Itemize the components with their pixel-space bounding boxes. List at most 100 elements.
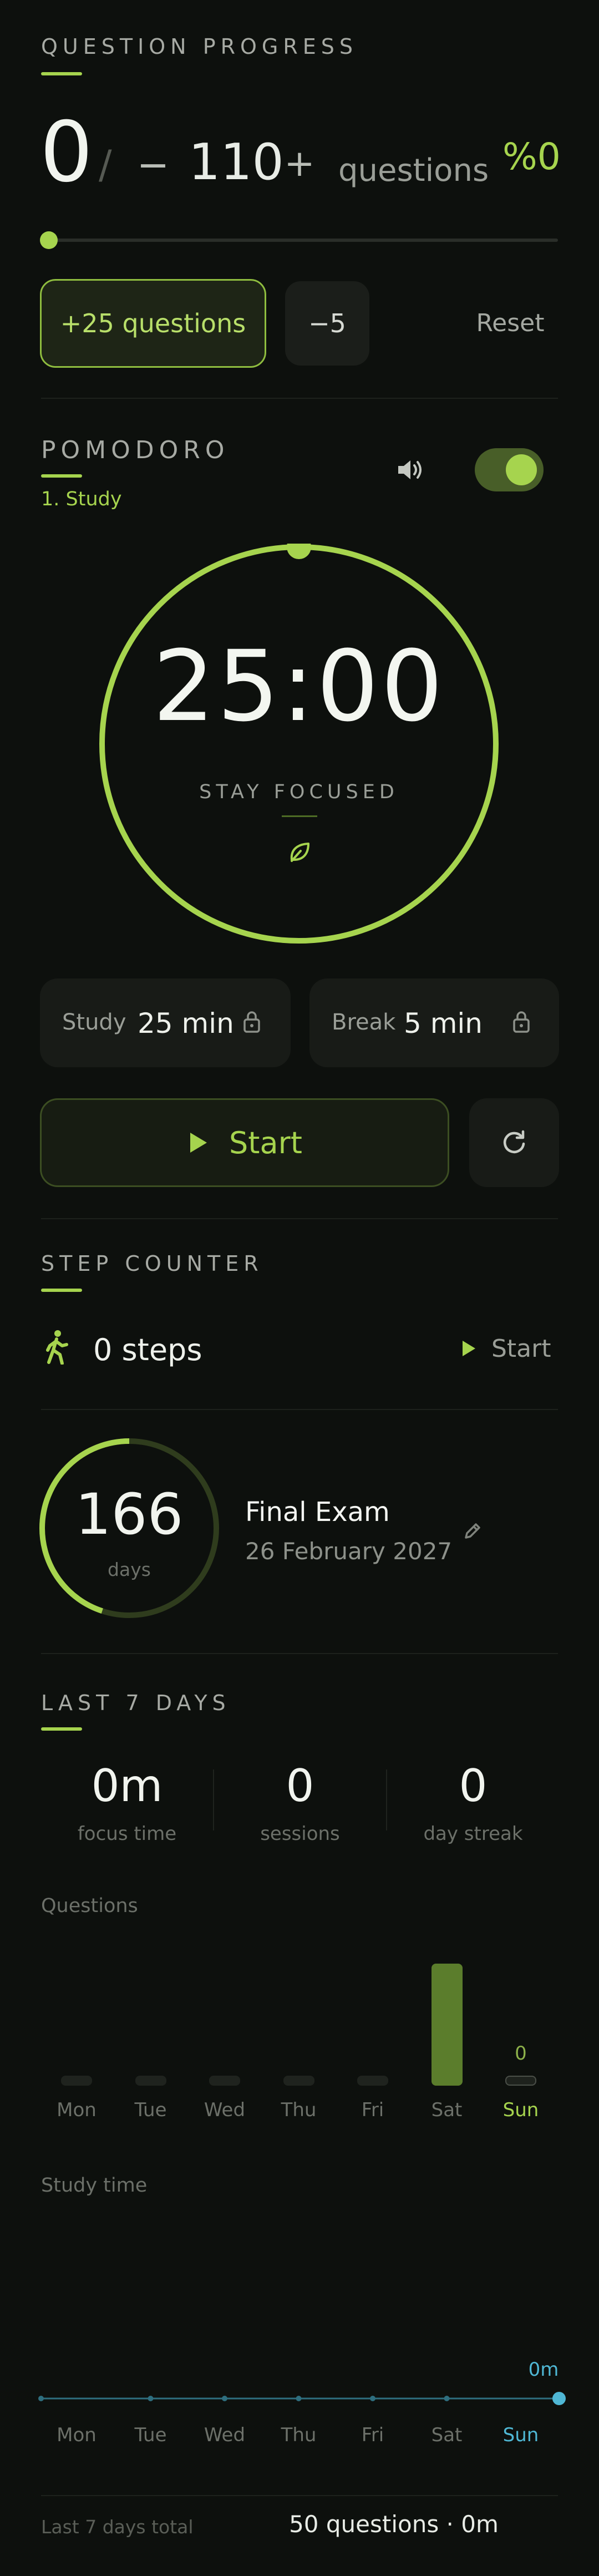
reset-timer-button[interactable] bbox=[469, 1098, 559, 1187]
questions-bar-wed bbox=[209, 2076, 240, 2086]
questions-bar-fri bbox=[357, 2076, 388, 2086]
step-start-label: Start bbox=[491, 1334, 551, 1363]
lock-icon bbox=[242, 1010, 262, 1034]
question-progress-title: QUESTION PROGRESS bbox=[41, 34, 358, 59]
step-count: 0 steps bbox=[93, 1332, 202, 1367]
day-streak-label: day streak bbox=[423, 1823, 523, 1845]
today-questions-value-label: 0 bbox=[515, 2042, 527, 2065]
exam-name: Final Exam bbox=[245, 1497, 390, 1528]
study-time-chart-title: Study time bbox=[41, 2174, 148, 2197]
study-day-label-wed: Wed bbox=[204, 2424, 246, 2446]
questions-unit: questions bbox=[338, 153, 489, 189]
pomodoro-toggle[interactable] bbox=[475, 448, 544, 491]
progress-slider-thumb[interactable] bbox=[40, 231, 58, 249]
study-time-point-wed bbox=[222, 2396, 227, 2401]
study-day-label-mon: Mon bbox=[57, 2424, 97, 2446]
sessions-value: 0 bbox=[286, 1760, 314, 1812]
day-streak-value: 0 bbox=[459, 1760, 488, 1812]
divider bbox=[41, 2495, 558, 2496]
toggle-knob bbox=[506, 454, 537, 485]
questions-chart-title: Questions bbox=[41, 1895, 138, 1917]
questions-bar-sun bbox=[505, 2076, 536, 2086]
title-underline bbox=[41, 1727, 82, 1731]
break-label: Break bbox=[332, 1010, 396, 1035]
timer-display: 25:00 bbox=[153, 630, 445, 743]
questions-day-label-wed: Wed bbox=[204, 2099, 246, 2121]
decrease-target-button[interactable]: − bbox=[136, 145, 170, 184]
questions-bar-tue bbox=[135, 2076, 166, 2086]
sound-icon[interactable] bbox=[395, 456, 426, 484]
exam-days-label: days bbox=[108, 1559, 151, 1580]
refresh-icon bbox=[503, 1130, 525, 1154]
step-start-button[interactable]: Start bbox=[460, 1329, 551, 1368]
study-time-point-fri bbox=[370, 2396, 375, 2401]
pomodoro-timer-ring bbox=[99, 535, 499, 944]
last-7-days-title: LAST 7 DAYS bbox=[41, 1691, 231, 1715]
add-25-questions-button[interactable]: +25 questions bbox=[40, 279, 266, 368]
break-value: 5 min bbox=[404, 1007, 483, 1039]
study-duration-card[interactable]: Study 25 min bbox=[40, 978, 291, 1067]
study-day-label-sat: Sat bbox=[431, 2424, 463, 2446]
questions-day-label-sat: Sat bbox=[431, 2099, 463, 2121]
target-count: 110 bbox=[189, 133, 284, 191]
questions-bar-thu bbox=[283, 2076, 314, 2086]
title-underline bbox=[41, 72, 82, 75]
step-counter-title: STEP COUNTER bbox=[41, 1251, 263, 1276]
status-divider bbox=[282, 815, 317, 817]
pomodoro-start-button[interactable]: Start bbox=[40, 1098, 449, 1187]
study-label: Study bbox=[62, 1010, 126, 1035]
current-count: 0 bbox=[40, 104, 93, 201]
break-duration-card[interactable]: Break 5 min bbox=[309, 978, 559, 1067]
timer-ring-knob bbox=[287, 535, 311, 559]
study-day-label-tue: Tue bbox=[134, 2424, 167, 2446]
progress-percent: %0 bbox=[502, 135, 561, 178]
lock-icon bbox=[511, 1010, 531, 1034]
divider bbox=[41, 1218, 558, 1219]
study-day-label-sun: Sun bbox=[502, 2424, 539, 2446]
subtract-5-button[interactable]: −5 bbox=[285, 281, 369, 366]
divider bbox=[41, 398, 558, 399]
study-time-line-svg bbox=[38, 2392, 566, 2405]
reset-button[interactable]: Reset bbox=[466, 300, 555, 346]
study-day-label-thu: Thu bbox=[281, 2424, 317, 2446]
total-value: 50 questions · 0m bbox=[289, 2511, 499, 2538]
focus-time-label: focus time bbox=[77, 1823, 177, 1845]
sessions-label: sessions bbox=[260, 1823, 340, 1845]
increase-target-button[interactable]: + bbox=[283, 145, 316, 182]
study-time-point-mon bbox=[38, 2396, 44, 2401]
exam-days-count: 166 bbox=[75, 1482, 184, 1548]
leaf-icon bbox=[286, 839, 313, 865]
study-time-point-tue bbox=[148, 2396, 154, 2401]
questions-day-label-sun: Sun bbox=[502, 2099, 539, 2121]
questions-bar-chart: Mon Tue Wed Thu Fri Sat Sun 0 bbox=[0, 1930, 599, 2130]
questions-day-label-mon: Mon bbox=[57, 2099, 97, 2121]
timer-status: STAY FOCUSED bbox=[199, 781, 399, 803]
title-underline bbox=[41, 474, 82, 478]
study-time-point-sun bbox=[552, 2392, 566, 2405]
questions-bar-sat bbox=[431, 1964, 463, 2086]
today-study-value-label: 0m bbox=[528, 2359, 559, 2381]
questions-day-label-fri: Fri bbox=[361, 2099, 384, 2121]
pomodoro-phase: 1. Study bbox=[41, 488, 122, 510]
study-day-label-fri: Fri bbox=[361, 2424, 384, 2446]
stats-row: 0m focus time 0 sessions 0 day streak bbox=[41, 1760, 558, 1845]
title-underline bbox=[41, 1289, 82, 1292]
start-label: Start bbox=[229, 1125, 302, 1160]
focus-time-value: 0m bbox=[91, 1760, 163, 1812]
study-time-point-thu bbox=[296, 2396, 302, 2401]
study-value: 25 min bbox=[138, 1007, 234, 1039]
questions-bar-mon bbox=[61, 2076, 92, 2086]
study-time-line-chart: Mon Tue Wed Thu Fri Sat Sun 0m bbox=[0, 2208, 599, 2452]
pomodoro-title: POMODORO bbox=[41, 436, 230, 464]
progress-track bbox=[41, 239, 558, 242]
questions-day-label-thu: Thu bbox=[281, 2099, 317, 2121]
questions-day-label-tue: Tue bbox=[134, 2099, 167, 2121]
count-separator: / bbox=[99, 142, 112, 187]
play-icon bbox=[463, 1341, 475, 1356]
study-time-point-sat bbox=[444, 2396, 450, 2401]
edit-exam-icon[interactable] bbox=[461, 1520, 484, 1542]
divider bbox=[41, 1653, 558, 1654]
walking-icon bbox=[44, 1329, 69, 1365]
play-icon bbox=[190, 1133, 207, 1153]
exam-date: 26 February 2027 bbox=[245, 1538, 453, 1565]
